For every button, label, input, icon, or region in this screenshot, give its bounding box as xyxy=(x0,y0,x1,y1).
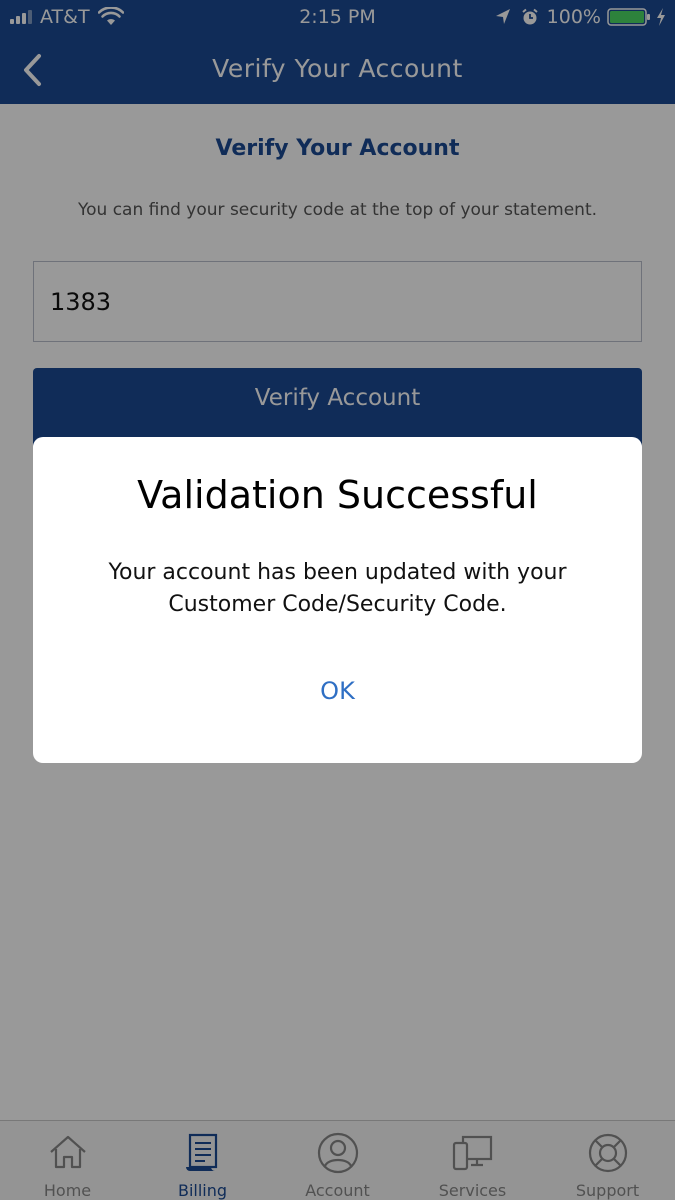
validation-alert: Validation Successful Your account has b… xyxy=(33,437,642,763)
alert-title: Validation Successful xyxy=(137,473,538,517)
alert-message: Your account has been updated with your … xyxy=(108,560,567,617)
ok-button[interactable]: OK xyxy=(33,661,642,721)
